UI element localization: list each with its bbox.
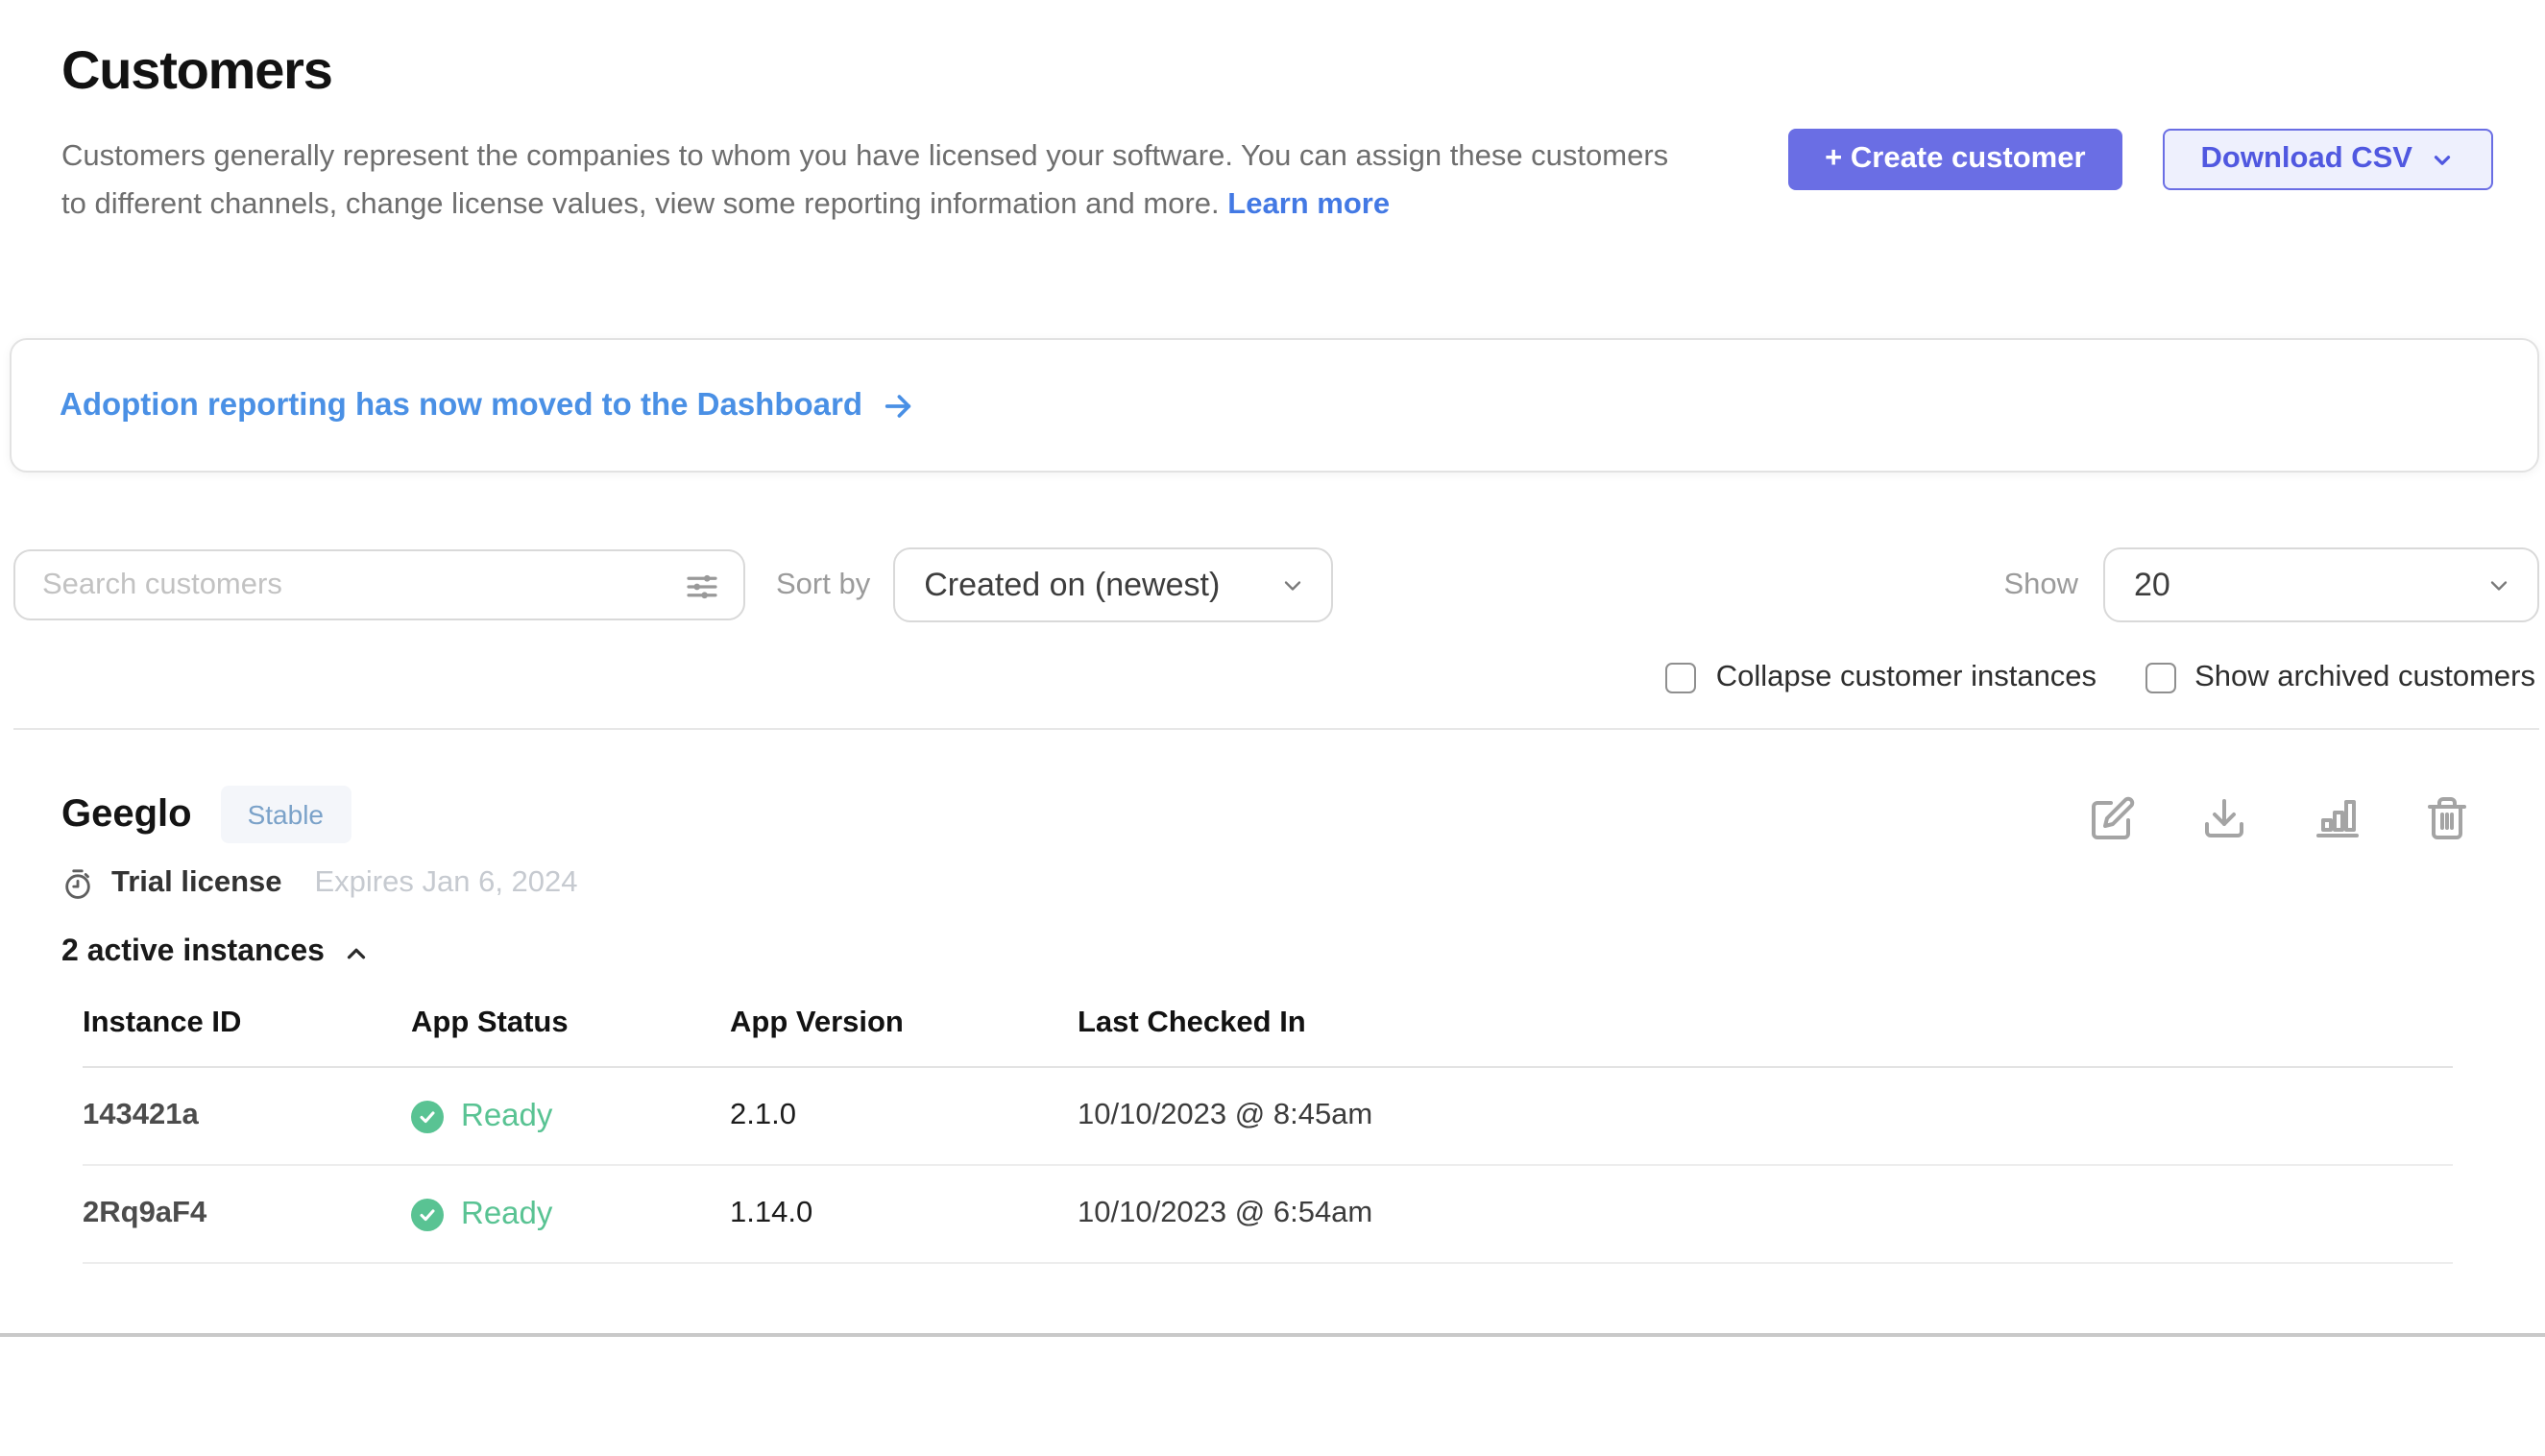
instance-id: 143421a: [83, 1099, 411, 1133]
app-status: Ready: [411, 1196, 730, 1232]
chevron-down-icon: [1279, 571, 1306, 598]
instances-toggle[interactable]: 2 active instances: [61, 935, 371, 970]
download-license-icon[interactable]: [2201, 795, 2247, 841]
learn-more-link[interactable]: Learn more: [1227, 187, 1390, 220]
customer-title-group: Geeglo Stable: [61, 786, 351, 843]
check-circle-icon: [411, 1198, 444, 1230]
license-row: Trial license Expires Jan 6, 2024: [61, 866, 2491, 901]
page-title: Customers: [61, 40, 1690, 102]
customer-actions: [2090, 795, 2470, 841]
app-status: Ready: [411, 1098, 730, 1134]
show-archived-label: Show archived customers: [2194, 661, 2535, 695]
show-label: Show: [2003, 568, 2078, 602]
instances-toggle-label: 2 active instances: [61, 935, 325, 970]
table-row: 143421a Ready 2.1.0 10/10/2023 @ 8:45am: [83, 1068, 2453, 1166]
list-controls: Sort by Created on (newest) Show 20: [13, 547, 2539, 622]
customer-card: Geeglo Stable T: [0, 786, 2545, 1264]
search-input[interactable]: [15, 568, 743, 602]
license-expires: Expires Jan 6, 2024: [315, 866, 578, 901]
app-version: 2.1.0: [730, 1099, 1078, 1133]
sort-select-value: Created on (newest): [924, 566, 1220, 604]
page-header: Customers Customers generally represent …: [0, 0, 2545, 229]
show-select-value: 20: [2134, 566, 2170, 604]
page-description: Customers generally represent the compan…: [61, 134, 1690, 229]
last-checked-in: 10/10/2023 @ 8:45am: [1078, 1099, 2453, 1133]
show-archived-checkbox[interactable]: [2145, 663, 2175, 693]
trash-icon[interactable]: [2424, 795, 2470, 841]
channel-badge: Stable: [221, 786, 351, 843]
download-csv-button[interactable]: Download CSV: [2163, 129, 2493, 190]
adoption-banner-text: Adoption reporting has now moved to the …: [60, 387, 862, 424]
sort-by-label: Sort by: [776, 568, 870, 602]
check-circle-icon: [411, 1100, 444, 1132]
app-status-label: Ready: [461, 1098, 552, 1134]
collapse-instances-label: Collapse customer instances: [1716, 661, 2097, 695]
instances-table: Instance ID App Status App Version Last …: [83, 1007, 2453, 1264]
adoption-banner-link[interactable]: Adoption reporting has now moved to the …: [60, 387, 914, 424]
app-version: 1.14.0: [730, 1197, 1078, 1231]
page-bottom-divider: [0, 1333, 2545, 1337]
chevron-up-icon: [342, 938, 371, 967]
customers-page: Customers Customers generally represent …: [0, 0, 2545, 1456]
checkbox-row: Collapse customer instances Show archive…: [0, 661, 2535, 695]
table-row: 2Rq9aF4 Ready 1.14.0 10/10/2023 @ 6:54am: [83, 1166, 2453, 1264]
col-instance-id: Instance ID: [83, 1007, 411, 1041]
show-archived-option: Show archived customers: [2145, 661, 2535, 695]
instances-table-header: Instance ID App Status App Version Last …: [83, 1007, 2453, 1068]
last-checked-in: 10/10/2023 @ 6:54am: [1078, 1197, 2453, 1231]
col-last-checked-in: Last Checked In: [1078, 1007, 2453, 1041]
sort-select[interactable]: Created on (newest): [893, 547, 1333, 622]
chevron-down-icon: [2430, 147, 2455, 172]
chevron-down-icon: [2485, 571, 2512, 598]
filter-sliders-icon[interactable]: [682, 567, 722, 617]
collapse-instances-checkbox[interactable]: [1666, 663, 1697, 693]
timer-icon: [61, 867, 94, 900]
col-app-version: App Version: [730, 1007, 1078, 1041]
page-header-text: Customers Customers generally represent …: [61, 40, 1690, 229]
show-select[interactable]: 20: [2103, 547, 2539, 622]
section-divider: [13, 728, 2539, 730]
bar-chart-icon[interactable]: [2313, 795, 2359, 841]
license-type: Trial license: [111, 866, 282, 901]
edit-customer-icon[interactable]: [2090, 795, 2136, 841]
collapse-instances-option: Collapse customer instances: [1666, 661, 2097, 695]
app-status-label: Ready: [461, 1196, 552, 1232]
search-box: [13, 549, 745, 620]
col-app-status: App Status: [411, 1007, 730, 1041]
download-csv-label: Download CSV: [2201, 142, 2412, 177]
instance-id: 2Rq9aF4: [83, 1197, 411, 1231]
arrow-right-icon: [882, 389, 914, 422]
create-customer-button[interactable]: + Create customer: [1788, 129, 2121, 190]
page-description-text: Customers generally represent the compan…: [61, 140, 1668, 220]
customer-card-header: Geeglo Stable: [61, 786, 2491, 843]
adoption-banner: Adoption reporting has now moved to the …: [10, 338, 2539, 473]
header-actions: + Create customer Download CSV: [1788, 129, 2493, 190]
customer-name: Geeglo: [61, 792, 192, 837]
